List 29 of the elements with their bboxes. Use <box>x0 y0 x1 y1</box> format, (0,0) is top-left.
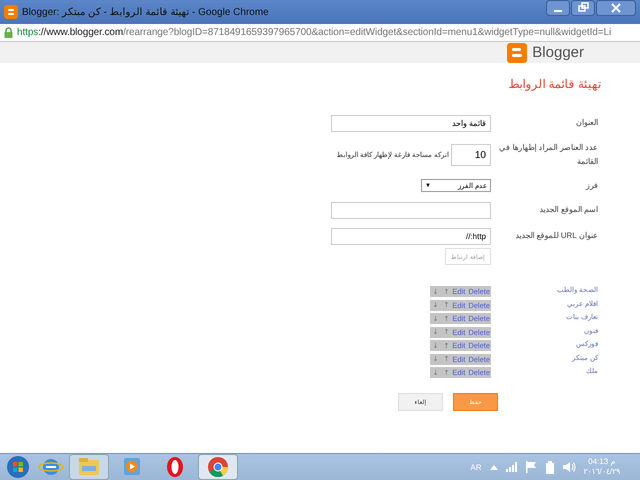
address-bar[interactable]: https://www.blogger.com/rearrange?blogID=8718491659397965700&action=editWidget&sectionId=menu1&widgetType=null&widgetId=Li <box>0 24 640 42</box>
window-title: Blogger: تهيئة قائمة الروابط - كن مبتكر - Google Chrome <box>22 6 270 18</box>
close-button[interactable] <box>596 0 636 16</box>
caret-icon[interactable] <box>490 464 498 470</box>
text-field[interactable]: قائمة واحد <box>331 115 491 132</box>
field-label: اسم الموقع الجديد <box>538 204 599 216</box>
minimize-button[interactable] <box>546 0 570 16</box>
lock-icon <box>4 27 13 38</box>
brand-name: Blogger <box>532 44 584 61</box>
flag-icon[interactable] <box>526 461 537 473</box>
field-label: فرز <box>584 180 599 192</box>
blogger-logo-icon <box>4 5 18 19</box>
text-field[interactable] <box>331 202 491 220</box>
blogger-logo-icon <box>507 42 528 62</box>
field-label: العنوان <box>575 117 599 130</box>
battery-icon[interactable] <box>544 460 555 474</box>
number-field[interactable]: 10 <box>451 144 491 166</box>
chrome-icon[interactable] <box>198 454 238 480</box>
language-indicator[interactable]: AR <box>470 462 482 472</box>
field-label: عدد العناصر المراد إظهارها في القائمة <box>498 142 599 168</box>
field-label: عنوان URL للموقع الجديد <box>514 230 599 242</box>
url-text: https://www.blogger.com/rearrange?blogID=8718491659397965700&action=editWidget&sectionId=menu1&widgetType=null&widgetId=Li <box>17 27 612 38</box>
restore-button[interactable] <box>571 0 595 16</box>
clock[interactable]: 04:13 م ٢٠١٦/٠٤/٢٩ <box>584 457 620 477</box>
folder-icon[interactable] <box>69 454 109 480</box>
signal-icon[interactable] <box>506 462 518 472</box>
page-title: تهيئة قائمة الروابط <box>507 77 601 91</box>
text-field[interactable]: http:// <box>331 228 491 246</box>
speaker-icon[interactable] <box>562 461 576 473</box>
